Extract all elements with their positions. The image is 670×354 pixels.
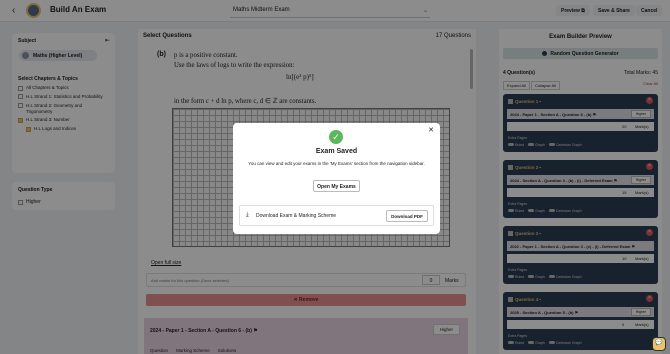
check-icon: ✓ [329, 130, 343, 144]
modal-message: You can view and edit your exams in the … [248, 161, 425, 166]
close-icon[interactable]: ✕ [428, 126, 434, 134]
open-my-exams-button[interactable]: Open My Exams [313, 180, 360, 192]
exam-saved-modal: ✕ ✓ Exam Saved You can view and edit you… [233, 123, 440, 234]
chat-icon[interactable]: 💬 [652, 337, 666, 351]
download-row: ⤓ Download Exam & Marking Scheme Downloa… [239, 205, 434, 226]
modal-title: Exam Saved [315, 148, 358, 155]
download-text: Download Exam & Marking Scheme [256, 213, 337, 219]
download-pdf-button[interactable]: Download PDF [386, 210, 428, 222]
download-icon: ⤓ [246, 212, 249, 218]
